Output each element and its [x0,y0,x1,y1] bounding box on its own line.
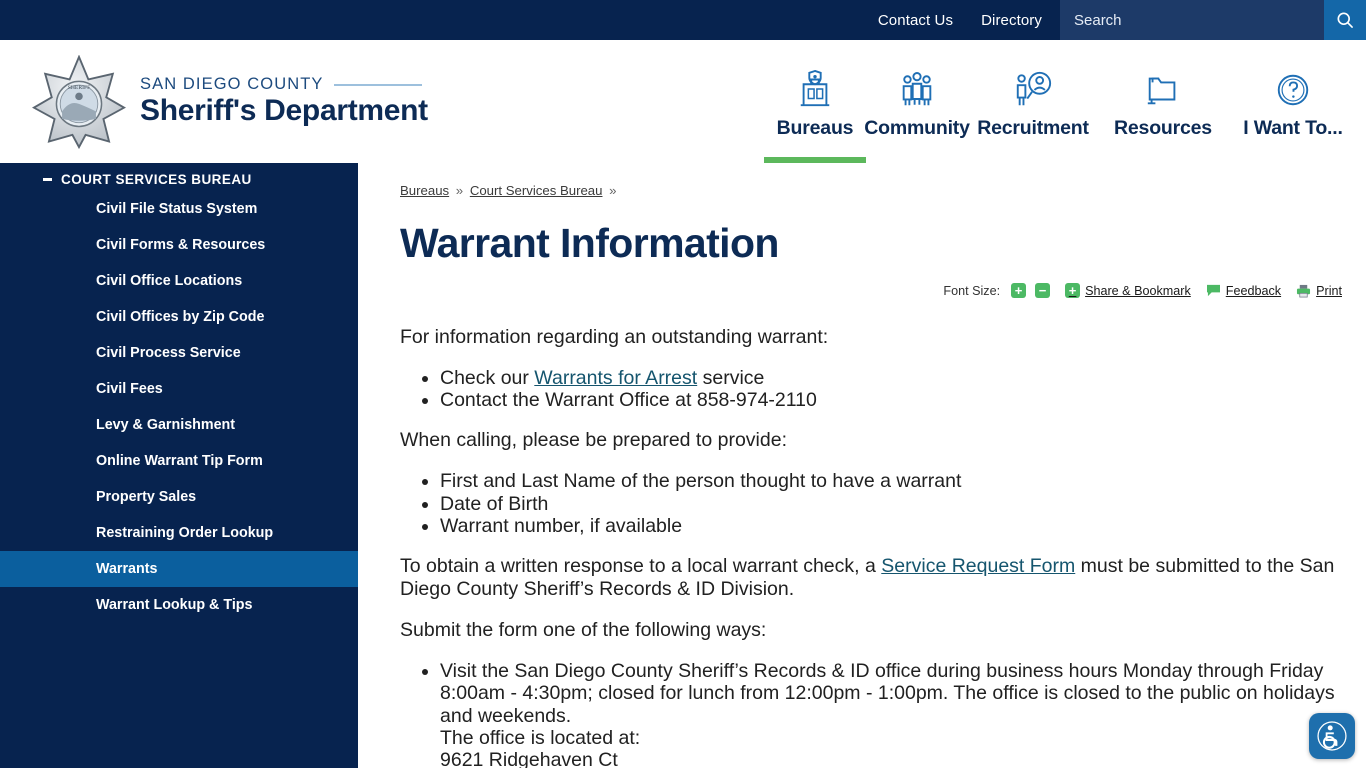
sidebar-item-civil-process-service[interactable]: Civil Process Service [0,335,358,371]
list-item: First and Last Name of the person though… [440,470,1344,492]
search-icon [1337,12,1353,28]
submit-list: Visit the San Diego County Sheriff’s Rec… [440,660,1344,768]
breadcrumb: Bureaus » Court Services Bureau » [400,183,1344,198]
intro-item-0-pre: Check our [440,367,535,389]
intro-item-0-post: service [697,367,765,389]
sidebar-item-warrant-lookup-tips[interactable]: Warrant Lookup & Tips [0,587,358,623]
minus-icon[interactable] [43,178,52,181]
warrants-for-arrest-link[interactable]: Warrants for Arrest [534,367,697,389]
sidebar-item-property-sales[interactable]: Property Sales [0,479,358,515]
feedback-link[interactable]: Feedback [1206,284,1281,298]
list-item: Check our Warrants for Arrest service [440,367,1344,389]
intro-paragraph: For information regarding an outstanding… [400,326,829,348]
font-size-label: Font Size: [943,283,1001,298]
sidebar-section-title: COURT SERVICES BUREAU [61,172,252,187]
submit-heading: Submit the form one of the following way… [400,619,767,642]
share-plus-icon: + [1065,283,1081,298]
main-content: Bureaus » Court Services Bureau » Warran… [358,163,1366,768]
submit-item-0: Visit the San Diego County Sheriff’s Rec… [440,660,1335,727]
site-header: SHERIFF SAN DIEGO COUNTY Sheriff's Depar… [0,40,1366,163]
font-size-decrease-button[interactable]: − [1035,283,1051,298]
service-request-form-link[interactable]: Service Request Form [881,555,1075,577]
nav-item-recruitment[interactable]: Recruitment [968,40,1098,163]
article-body: For information regarding an outstanding… [400,326,1344,768]
print-link[interactable]: Print [1296,284,1342,298]
printer-icon [1296,284,1311,298]
nav-label-community: Community [864,117,970,139]
list-item: Warrant number, if available [440,515,1344,537]
sidebar-item-warrants[interactable]: Warrants [0,551,358,587]
directory-link[interactable]: Directory [981,12,1042,29]
print-label: Print [1316,283,1342,298]
list-item: Contact the Warrant Office at 858-974-21… [440,389,1344,411]
intro-item-1-pre: Contact the Warrant Office at 858-974-21… [440,389,817,412]
nav-item-i-want-to[interactable]: I Want To... [1228,40,1358,163]
office-address: 9621 Ridgehaven Ct [440,748,618,768]
building-icon [796,67,834,109]
sidebar-item-civil-forms-resources[interactable]: Civil Forms & Resources [0,227,358,263]
list-item: Date of Birth [440,493,1344,515]
sidebar-item-online-warrant-tip-form[interactable]: Online Warrant Tip Form [0,443,358,479]
nav-label-i-want-to: I Want To... [1243,117,1343,139]
brand-county-label: SAN DIEGO COUNTY [140,75,324,93]
sidebar-section-header[interactable]: COURT SERVICES BUREAU [0,168,358,191]
nav-item-resources[interactable]: Resources [1098,40,1228,163]
section-sidebar: COURT SERVICES BUREAU Civil File Status … [0,163,358,768]
search-box [1060,0,1366,40]
breadcrumb-item-court-services-bureau[interactable]: Court Services Bureau [470,183,603,198]
share-bookmark-link[interactable]: + Share & Bookmark [1065,283,1191,298]
brand-department: Sheriff's Department [140,94,428,127]
sheriff-badge-logo: SHERIFF [32,54,126,149]
people-group-icon [897,67,937,109]
sidebar-item-civil-file-status-system[interactable]: Civil File Status System [0,191,358,227]
sidebar-item-civil-fees[interactable]: Civil Fees [0,371,358,407]
question-circle-icon [1274,67,1312,109]
speech-bubble-icon [1206,284,1221,297]
top-utility-bar: Contact Us Directory [0,0,1366,40]
breadcrumb-separator-1: » [455,183,464,198]
nav-item-community[interactable]: Community [864,40,970,163]
svg-text:SHERIFF: SHERIFF [68,84,91,90]
page-tools-bar: Font Size: + − + Share & Bookmark Feedba… [400,283,1344,298]
search-button[interactable] [1324,0,1366,40]
written-response-pre: To obtain a written response to a local … [400,555,882,578]
intro-list: Check our Warrants for Arrest service Co… [440,367,1344,411]
nav-label-resources: Resources [1114,117,1212,139]
contact-us-link[interactable]: Contact Us [878,12,953,29]
written-response-paragraph: To obtain a written response to a local … [400,555,1344,601]
share-bookmark-label: Share & Bookmark [1085,283,1191,298]
breadcrumb-separator-2: » [609,183,617,198]
person-magnifier-icon [1012,67,1054,109]
sidebar-item-civil-offices-by-zip-code[interactable]: Civil Offices by Zip Code [0,299,358,335]
search-input[interactable] [1060,0,1324,40]
brand-divider-rule [333,83,422,86]
nav-label-recruitment: Recruitment [977,117,1089,139]
brand-county: SAN DIEGO COUNTY [140,75,428,94]
breadcrumb-item-bureaus[interactable]: Bureaus [400,183,449,198]
folder-icon [1143,67,1183,109]
sidebar-item-levy-garnishment[interactable]: Levy & Garnishment [0,407,358,443]
brand-text: SAN DIEGO COUNTY Sheriff's Department [140,75,428,128]
page-title: Warrant Information [400,220,779,266]
sidebar-item-restraining-order-lookup[interactable]: Restraining Order Lookup [0,515,358,551]
sidebar-item-civil-office-locations[interactable]: Civil Office Locations [0,263,358,299]
nav-item-bureaus[interactable]: Bureaus [764,40,866,163]
calling-heading: When calling, please be prepared to prov… [400,429,787,452]
top-utility-links: Contact Us Directory [878,0,1060,40]
feedback-label: Feedback [1225,283,1282,298]
calling-list: First and Last Name of the person though… [440,470,1344,537]
accessibility-widget-button[interactable] [1309,713,1355,759]
site-logo-link[interactable]: SHERIFF SAN DIEGO COUNTY Sheriff's Depar… [0,54,428,149]
accessibility-wheelchair-icon [1315,719,1349,753]
font-size-increase-button[interactable]: + [1011,283,1027,298]
nav-label-bureaus: Bureaus [776,117,854,139]
list-item: Visit the San Diego County Sheriff’s Rec… [440,660,1344,768]
office-located-label: The office is located at: [440,726,641,749]
main-navigation: Bureaus Community Recruitment Resources … [764,40,1366,163]
